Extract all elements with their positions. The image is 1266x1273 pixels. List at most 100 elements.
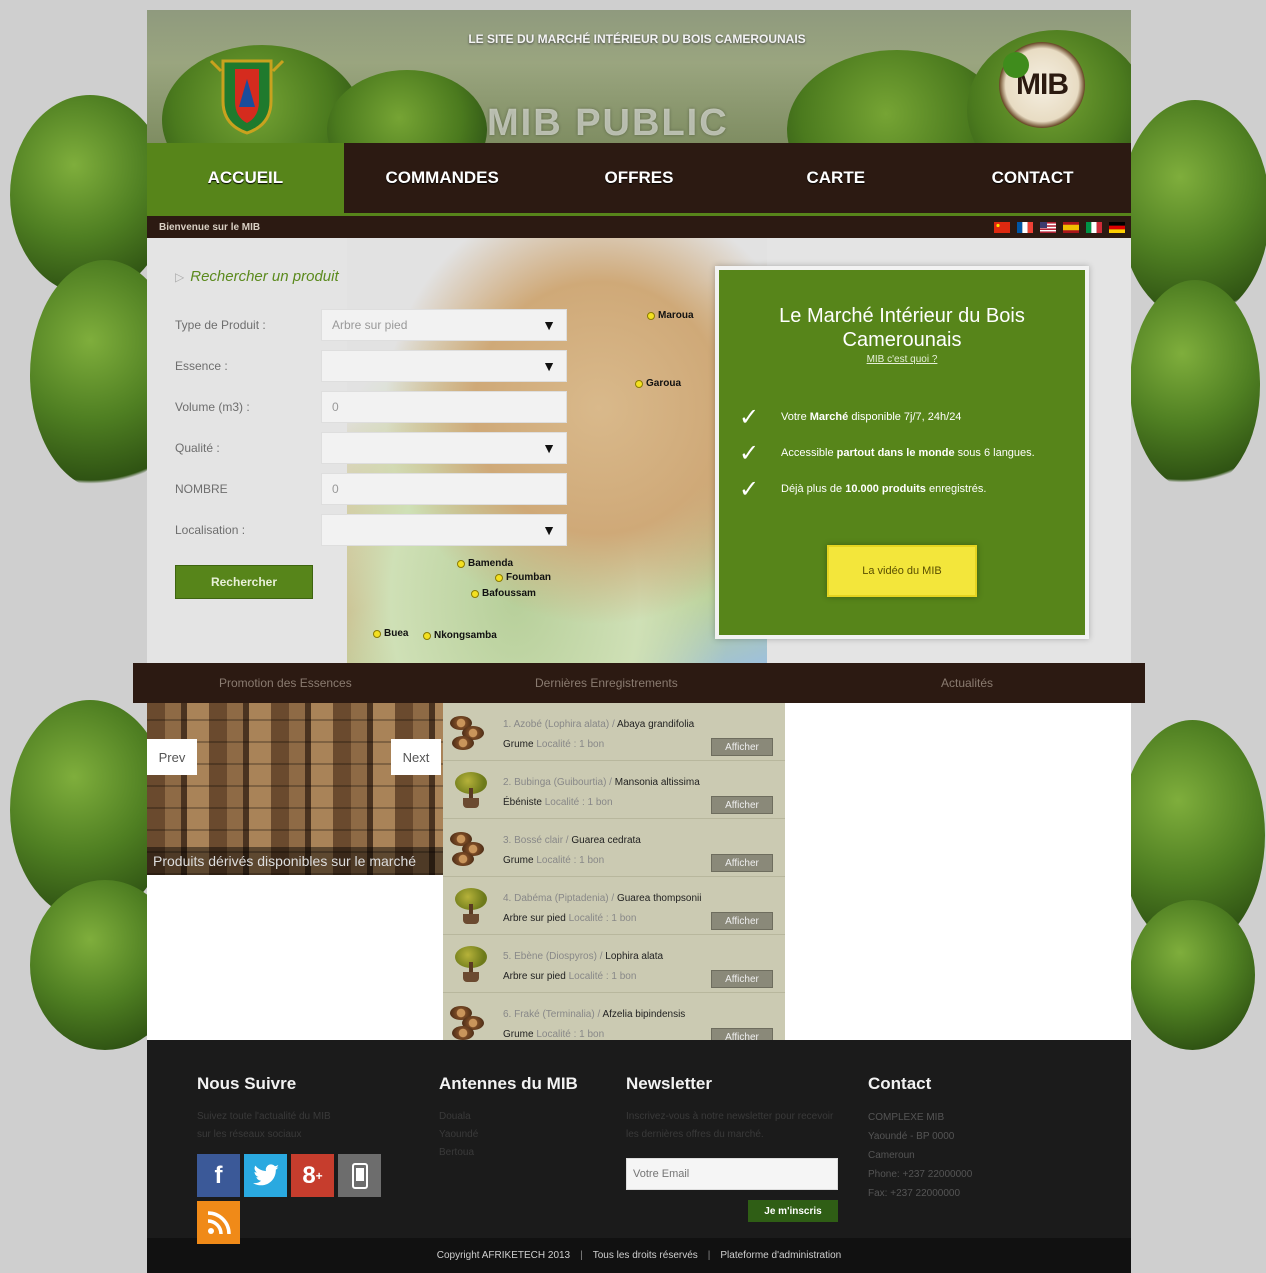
- product-item: 6. Fraké (Terminalia) / Afzelia bipinden…: [443, 993, 785, 1040]
- feature-text: Déjà plus de 10.000 produits enregistrés…: [781, 483, 986, 495]
- bonsai-icon: [443, 877, 499, 934]
- feature-text: Accessible partout dans le monde sous 6 …: [781, 447, 1035, 459]
- product-type: Grume: [503, 855, 534, 866]
- view-product-button[interactable]: Afficher: [711, 912, 773, 930]
- feature-item: ✓ Accessible partout dans le monde sous 6…: [739, 435, 1085, 471]
- antenna-link[interactable]: Yaoundé: [439, 1126, 599, 1144]
- view-product-button[interactable]: Afficher: [711, 1028, 773, 1040]
- map-city-label: Garoua: [646, 378, 682, 389]
- promo-title: Le Marché Intérieur du Bois Camerounais: [779, 305, 1025, 351]
- newsletter-email-input[interactable]: [626, 1158, 838, 1190]
- feature-text-bold: 10.000 produits: [845, 483, 926, 495]
- flag-it-icon[interactable]: [1086, 221, 1102, 233]
- product-item: 4. Dabéma (Piptadenia) / Guarea thompson…: [443, 877, 785, 935]
- header-tagline: LE SITE DU MARCHÉ INTÉRIEUR DU BOIS CAME…: [468, 32, 806, 46]
- search-button[interactable]: Rechercher: [175, 565, 313, 599]
- mib-logo[interactable]: MIB: [999, 42, 1085, 128]
- google-plus-icon[interactable]: 8 +: [291, 1154, 334, 1197]
- product-type: Grume: [503, 739, 534, 750]
- slider-prev-button[interactable]: Prev: [147, 739, 197, 775]
- video-button[interactable]: La vidéo du MIB: [827, 545, 977, 597]
- slider-next-button[interactable]: Next: [391, 739, 441, 775]
- dropdown-arrow-icon: ▼: [542, 358, 556, 374]
- what-is-mib-link[interactable]: MIB c'est quoi ?: [719, 354, 1085, 365]
- field-label: Essence :: [175, 359, 228, 373]
- search-row-location: Localisation : ▼: [175, 512, 575, 548]
- bonsai-icon: [443, 761, 499, 818]
- footer-heading: Contact: [868, 1074, 932, 1093]
- view-product-button[interactable]: Afficher: [711, 854, 773, 872]
- flag-de-icon[interactable]: [1109, 221, 1125, 233]
- product-name: 3. Bossé clair /: [503, 835, 572, 846]
- site-header: LE SITE DU MARCHÉ INTÉRIEUR DU BOIS CAME…: [147, 10, 1131, 143]
- nav-item-commandes[interactable]: COMMANDES: [344, 143, 541, 213]
- quality-select[interactable]: ▼: [321, 432, 567, 464]
- nav-item-carte[interactable]: CARTE: [737, 143, 934, 213]
- product-meta: Localité : 1 bon: [544, 797, 613, 808]
- band-item-promotion[interactable]: Promotion des Essences: [219, 676, 352, 690]
- newsletter-text: Inscrivez-vous à notre newsletter pour r…: [626, 1111, 834, 1140]
- view-product-button[interactable]: Afficher: [711, 738, 773, 756]
- rss-icon[interactable]: [197, 1201, 240, 1244]
- product-species: Abaya grandifolia: [616, 719, 695, 730]
- facebook-icon[interactable]: f: [197, 1154, 240, 1197]
- flag-es-icon[interactable]: [1063, 221, 1079, 233]
- dropdown-arrow-icon: ▼: [542, 317, 556, 333]
- image-slider[interactable]: Prev Next Produits dérivés disponibles s…: [147, 703, 443, 875]
- field-label: NOMBRE: [175, 482, 228, 496]
- feature-text-post: sous 6 langues.: [954, 447, 1035, 459]
- feature-item: ✓ Votre Marché disponible 7j/7, 24h/24: [739, 399, 1085, 435]
- search-title-text: Rechercher un produit: [190, 268, 339, 285]
- product-type: Grume: [503, 1029, 534, 1040]
- flag-us-icon[interactable]: [1040, 221, 1056, 233]
- feature-list: ✓ Votre Marché disponible 7j/7, 24h/24 ✓ A…: [739, 399, 1085, 507]
- essence-select[interactable]: ▼: [321, 350, 567, 382]
- number-input[interactable]: [321, 473, 567, 505]
- coat-of-arms-icon: [209, 59, 285, 135]
- nav-item-offres[interactable]: OFFRES: [541, 143, 738, 213]
- location-select[interactable]: ▼: [321, 514, 567, 546]
- logs-icon: [443, 993, 499, 1040]
- view-product-button[interactable]: Afficher: [711, 796, 773, 814]
- volume-input[interactable]: [321, 391, 567, 423]
- map-city: Garoua: [635, 378, 681, 389]
- map-city-label: Maroua: [658, 310, 694, 321]
- product-item: 3. Bossé clair / Guarea cedrata Grume Loc…: [443, 819, 785, 877]
- band-item-latest[interactable]: Dernières Enregistrements: [535, 676, 678, 690]
- mobile-icon[interactable]: [338, 1154, 381, 1197]
- follow-text: Suivez toute l'actualité du MIB: [197, 1111, 331, 1122]
- view-product-button[interactable]: Afficher: [711, 970, 773, 988]
- product-name: 2. Bubinga (Guibourtia) /: [503, 777, 615, 788]
- contact-line: Cameroun: [868, 1150, 915, 1161]
- product-type: Ébéniste: [503, 797, 542, 808]
- field-label: Localisation :: [175, 523, 246, 537]
- flag-fr-icon[interactable]: [1017, 221, 1033, 233]
- dropdown-arrow-icon: ▼: [542, 522, 556, 538]
- main-section: Maroua Garoua Bamenda Foumban Bafoussam …: [147, 238, 1131, 663]
- check-icon: ✓: [739, 403, 760, 431]
- map-city: Buea: [373, 628, 408, 639]
- product-meta: Localité : 1 bon: [568, 913, 637, 924]
- rss-feed-icon: [207, 1210, 231, 1234]
- nav-item-contact[interactable]: CONTACT: [934, 143, 1131, 213]
- nav-item-accueil[interactable]: ACCUEIL: [147, 143, 344, 213]
- admin-link[interactable]: Plateforme d'administration: [720, 1250, 841, 1261]
- background-tree: [1130, 900, 1255, 1050]
- product-name: 4. Dabéma (Piptadenia) /: [503, 893, 617, 904]
- site-title: MIB PUBLIC: [487, 102, 729, 143]
- antenna-link[interactable]: Douala: [439, 1108, 599, 1126]
- map-city: Nkongsamba: [423, 630, 497, 641]
- antenna-link[interactable]: Bertoua: [439, 1144, 599, 1162]
- band-item-news[interactable]: Actualités: [941, 676, 993, 690]
- content-section: Prev Next Produits dérivés disponibles s…: [147, 703, 1131, 1040]
- separator: |: [707, 1250, 711, 1261]
- product-type-select[interactable]: Arbre sur pied ▼: [321, 309, 567, 341]
- separator: |: [580, 1250, 583, 1261]
- product-item: 2. Bubinga (Guibourtia) / Mansonia altis…: [443, 761, 785, 819]
- twitter-icon[interactable]: [244, 1154, 287, 1197]
- flag-cn-icon[interactable]: [994, 221, 1010, 233]
- page: LE SITE DU MARCHÉ INTÉRIEUR DU BOIS CAME…: [133, 10, 1145, 1273]
- search-row-number: NOMBRE: [175, 471, 575, 507]
- feature-text-bold: partout dans le monde: [836, 447, 955, 459]
- subscribe-button[interactable]: Je m'inscris: [748, 1200, 838, 1222]
